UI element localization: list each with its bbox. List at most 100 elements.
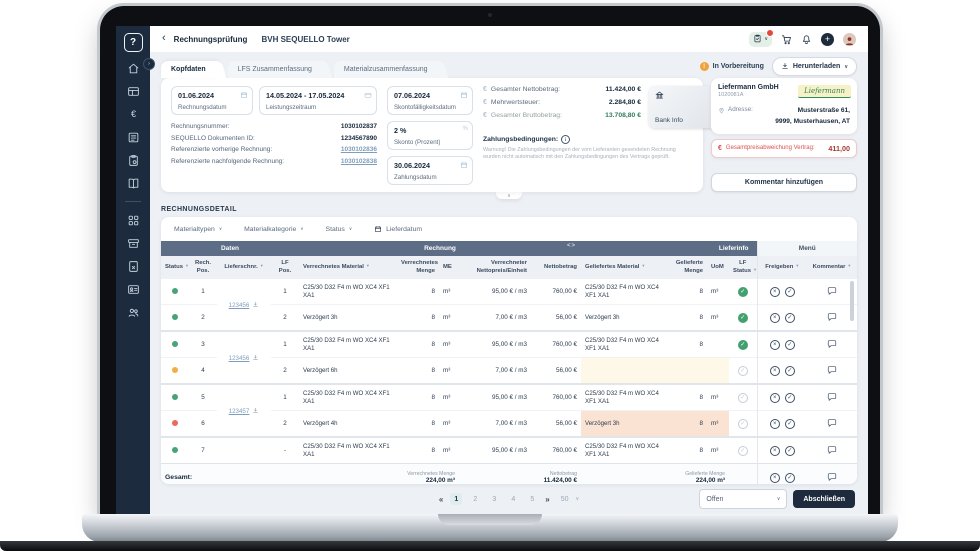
reject-button[interactable]: × <box>769 365 780 376</box>
status-dot-green <box>172 340 178 347</box>
download-icon[interactable] <box>252 301 259 309</box>
approve-button[interactable]: ✓ <box>784 418 795 429</box>
add-button[interactable]: + <box>821 32 834 46</box>
approve-button[interactable]: ✓ <box>784 445 795 456</box>
sequello-logo[interactable]: ? <box>123 33 143 52</box>
filter-funnel-icon[interactable]: ▼ <box>641 263 645 268</box>
filter-funnel-icon[interactable]: ▼ <box>753 267 757 272</box>
finish-button[interactable]: Abschließen <box>793 490 855 508</box>
approve-button[interactable]: ✓ <box>784 339 795 350</box>
filter-funnel-icon[interactable]: ▼ <box>185 263 189 268</box>
deviation-label: Gesamtpreisabweichung Vertrag: <box>725 144 815 151</box>
download-icon[interactable] <box>252 354 259 362</box>
collapse-header-button[interactable]: ∧ <box>496 192 522 199</box>
total-label: Gesamter Nettobetrag: <box>490 86 561 93</box>
topbar: ‹ Rechnungsprüfung BVH SEQUELLO Tower ∨ … <box>150 26 868 52</box>
add-comment-button[interactable]: Kommentar hinzufügen <box>711 173 857 192</box>
tab-kopfdaten[interactable]: Kopfdaten <box>161 61 218 78</box>
payment-date-field[interactable]: 30.06.2024 Zahlungsdatum <box>387 156 473 185</box>
next-invoice-link[interactable]: 1030102838 <box>341 158 377 165</box>
page-size-value[interactable]: 50 <box>561 496 569 503</box>
reject-button[interactable]: × <box>769 418 780 429</box>
previous-invoice-link[interactable]: 1030102836 <box>341 146 377 153</box>
pagination-page-1[interactable]: 1 <box>450 493 463 505</box>
payment-terms-warning: Warnung! Die Zahlungsbedingungen der vom… <box>483 146 676 161</box>
pagination-last[interactable]: » <box>545 495 549 504</box>
cart-icon[interactable] <box>781 34 792 45</box>
service-period-field[interactable]: 14.05.2024 - 17.05.2024 Leistungszeitrau… <box>259 86 377 115</box>
filter-funnel-icon[interactable]: ▼ <box>260 263 264 268</box>
table-row: 7- C25/30 D32 F4 m WO XC4 XF1 XA1 8 m³ 95,00… <box>161 436 857 464</box>
filter-status[interactable]: Status ∨ <box>326 226 353 233</box>
approve-all-button[interactable]: ✓ <box>784 472 795 483</box>
skonto-date-field[interactable]: 07.06.2024 Skontofälligkeitsdatum <box>387 86 473 115</box>
approve-button[interactable]: ✓ <box>784 286 795 297</box>
sidebar-item-archive[interactable] <box>126 236 140 250</box>
delivery-note-link[interactable]: 123456 <box>229 302 250 309</box>
tasks-dropdown[interactable]: ∨ <box>749 28 774 47</box>
comment-icon[interactable] <box>827 365 837 377</box>
filter-funnel-icon[interactable]: ▼ <box>366 263 370 268</box>
sidebar-item-id-card[interactable] <box>126 282 140 296</box>
comment-icon[interactable] <box>827 392 837 404</box>
invoice-date-field[interactable]: 01.06.2024 Rechnungsdatum <box>171 86 253 115</box>
approve-button[interactable]: ✓ <box>784 365 795 376</box>
bell-icon[interactable] <box>801 34 812 45</box>
info-icon[interactable]: i <box>561 135 571 144</box>
sidebar-expand-button[interactable]: › <box>143 58 155 70</box>
delivered-material-cell: Verzögert 3h <box>581 410 670 437</box>
delivery-note-link[interactable]: 123457 <box>229 408 250 415</box>
reject-button[interactable]: × <box>769 392 780 403</box>
expand-columns-icon[interactable]: <> <box>567 243 576 249</box>
pagination-page-4[interactable]: 4 <box>507 493 519 505</box>
pagination-first[interactable]: « <box>439 495 443 504</box>
main-area: ‹ Rechnungsprüfung BVH SEQUELLO Tower ∨ … <box>150 26 868 514</box>
supplier-column: Liefermann GmbH 1020081A Liefermann Adre… <box>711 78 857 192</box>
state-select[interactable]: Offen ∨ <box>699 489 788 509</box>
sidebar-item-euro[interactable]: € <box>126 107 140 121</box>
sidebar-item-invoice[interactable] <box>126 130 140 144</box>
comment-icon[interactable] <box>827 445 837 457</box>
pagination-page-2[interactable]: 2 <box>469 493 481 505</box>
reject-button[interactable]: × <box>769 445 780 456</box>
avatar[interactable] <box>843 32 856 46</box>
sidebar-item-team[interactable] <box>126 305 140 319</box>
comment-icon[interactable] <box>827 339 837 351</box>
pagination-page-5[interactable]: 5 <box>526 493 538 505</box>
tab-materialzusammenfassung[interactable]: Materialzusammenfassung <box>333 61 440 78</box>
vertical-scrollbar[interactable] <box>850 281 854 321</box>
reject-button[interactable]: × <box>769 286 780 297</box>
download-icon[interactable] <box>252 407 259 415</box>
back-icon[interactable]: ‹ <box>162 32 166 44</box>
reject-button[interactable]: × <box>769 312 780 323</box>
billed-material-cell: C25/30 D32 F4 m WO XC4 XF1 XA1 <box>299 330 397 358</box>
approve-button[interactable]: ✓ <box>784 312 795 323</box>
sidebar-item-clipboard-settings[interactable] <box>126 153 140 167</box>
comment-icon[interactable] <box>827 472 837 484</box>
approve-button[interactable]: ✓ <box>784 392 795 403</box>
filter-funnel-icon[interactable]: ▼ <box>795 263 799 268</box>
filter-materialkategorie[interactable]: Materialkategorie ∨ <box>244 226 303 233</box>
filter-materialtypen[interactable]: Materialtypen ∨ <box>174 226 222 233</box>
download-button[interactable]: Herunterladen ∨ <box>771 57 857 76</box>
sidebar-item-document-remove[interactable] <box>126 259 140 273</box>
comment-icon[interactable] <box>827 418 837 430</box>
filter-funnel-icon[interactable]: ▼ <box>847 263 851 268</box>
sidebar-item-apps[interactable] <box>126 213 140 227</box>
sidebar-item-home[interactable] <box>126 61 140 75</box>
sidebar-item-table[interactable] <box>126 84 140 98</box>
reject-button[interactable]: × <box>769 339 780 350</box>
comment-icon[interactable] <box>827 286 837 298</box>
column-header-label: ME <box>443 263 452 270</box>
reject-all-button[interactable]: × <box>769 472 780 483</box>
filter-lieferdatum[interactable]: Lieferdatum <box>374 225 422 233</box>
skonto-percent-value: 2 % <box>394 126 407 135</box>
pagination-page-3[interactable]: 3 <box>488 493 500 505</box>
footer-dqty-cell: Gelieferte Menge 224,00 m³ <box>581 463 730 484</box>
meta-value: 1234567890 <box>340 134 377 142</box>
comment-icon[interactable] <box>827 312 837 324</box>
delivery-note-link[interactable]: 123456 <box>229 355 250 362</box>
sidebar-item-book[interactable] <box>126 176 140 190</box>
tab-lfs-zusammenfassung[interactable]: LFS Zusammenfassung <box>227 61 324 78</box>
skonto-percent-field[interactable]: 2 % Skonto (Prozent) % <box>387 121 473 150</box>
